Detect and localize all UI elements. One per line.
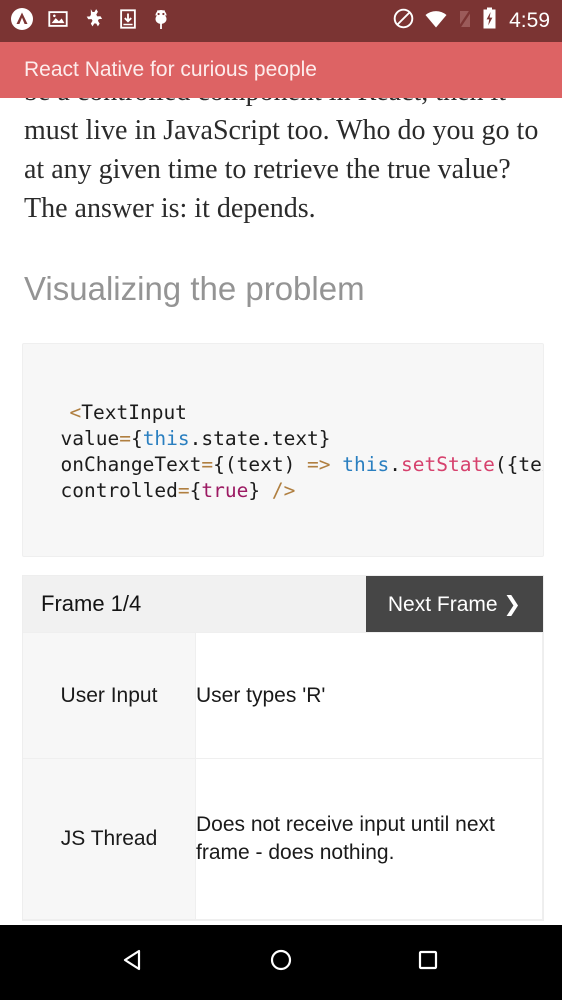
home-circle-icon	[266, 945, 296, 980]
battery-charging-icon	[482, 7, 497, 35]
code-token: />	[271, 479, 296, 502]
section-heading: Visualizing the problem	[24, 270, 365, 307]
row-label: User Input	[23, 632, 196, 759]
table-row: JS Thread Does not receive input until n…	[23, 758, 543, 920]
app-bar: React Native for curious people	[0, 42, 562, 98]
code-token: setState	[401, 453, 495, 476]
status-bar-left-icons	[10, 7, 171, 36]
status-bar-clock: 4:59	[509, 9, 550, 32]
frame-counter-label: Frame 1/4	[41, 591, 142, 616]
code-token: this	[142, 427, 190, 450]
code-content: <TextInput value={this.state.text} onCha…	[37, 401, 543, 502]
do-not-disturb-icon	[392, 7, 415, 35]
next-frame-button[interactable]: Next Frame ❯	[365, 576, 543, 632]
puzzle-icon	[82, 7, 105, 35]
code-token: onChangeText	[37, 453, 202, 476]
code-token: =>	[307, 453, 331, 476]
code-block: <TextInput value={this.state.text} onCha…	[22, 343, 544, 557]
status-bar: 4:59	[0, 0, 562, 42]
download-to-device-icon	[118, 8, 138, 35]
image-icon	[47, 8, 69, 35]
code-token: =	[177, 479, 190, 502]
row-label: JS Thread	[23, 758, 196, 920]
table-row: User Input User types 'R'	[23, 632, 543, 759]
code-token: <	[69, 401, 82, 424]
frame-widget-header: Frame 1/4 Next Frame ❯	[23, 576, 543, 632]
nav-home-button[interactable]	[246, 925, 316, 1000]
wifi-icon	[424, 9, 448, 34]
web-content-scroll-area[interactable]: be a controlled component in React, then…	[0, 98, 562, 925]
code-token: TextInput	[81, 401, 187, 424]
status-bar-right-icons: 4:59	[392, 7, 550, 35]
frame-table: User Input User types 'R' JS Thread Does…	[23, 632, 543, 920]
code-token: {	[130, 427, 143, 450]
app-bar-title: React Native for curious people	[24, 58, 317, 81]
signal-off-icon	[457, 8, 473, 35]
code-token: true	[201, 479, 249, 502]
code-token: =	[201, 453, 214, 476]
android-bug-icon	[151, 7, 171, 36]
app-logo-icon	[10, 7, 34, 36]
back-triangle-icon	[119, 945, 149, 980]
code-token: }	[248, 479, 272, 502]
code-token: {(text)	[213, 453, 308, 476]
frame-visualizer-widget: Frame 1/4 Next Frame ❯ User Input User t…	[22, 575, 544, 921]
code-token: this	[342, 453, 390, 476]
code-token: {	[189, 479, 202, 502]
code-token: =	[119, 427, 131, 450]
android-navigation-bar	[0, 925, 562, 1000]
nav-recents-button[interactable]	[393, 925, 463, 1000]
code-token: value	[37, 427, 120, 450]
row-value: User types 'R'	[195, 632, 543, 759]
code-token: controlled	[37, 479, 178, 502]
recents-square-icon	[413, 945, 443, 980]
code-token: .	[389, 453, 401, 476]
article-paragraph: be a controlled component in React, then…	[24, 98, 539, 224]
nav-back-button[interactable]	[99, 925, 169, 1000]
row-value: Does not receive input until next frame …	[195, 758, 543, 920]
code-token: ({text}) }	[494, 453, 543, 476]
code-token: .state.text}	[189, 427, 331, 450]
